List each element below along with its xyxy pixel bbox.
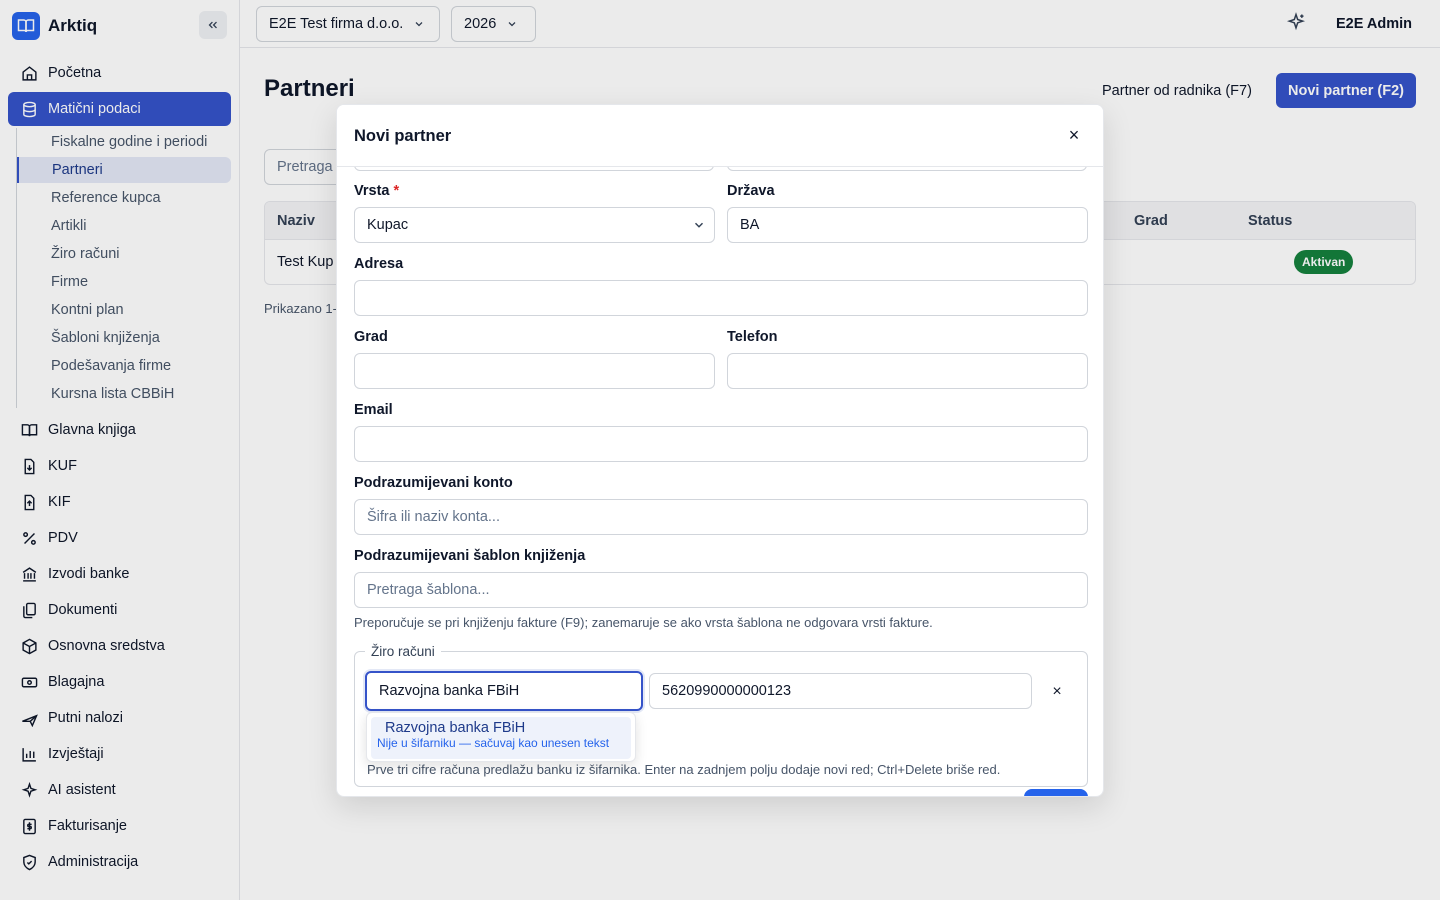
dialog-title: Novi partner <box>354 127 452 145</box>
suggestion-subtitle: Nije u šifarniku — sačuvaj kao unesen te… <box>377 736 610 750</box>
drzava-input[interactable]: BA <box>727 207 1088 243</box>
dialog-body: Vrsta * Država Kupac BA Adresa Grad Telef… <box>337 135 1103 796</box>
close-icon[interactable]: × <box>1064 125 1084 145</box>
label-telefon: Telefon <box>727 329 778 345</box>
grad-input[interactable] <box>354 353 715 389</box>
label-sablon: Podrazumijevani šablon knjiženja <box>354 548 586 564</box>
bank-name-input[interactable]: Razvojna banka FBiH <box>365 671 643 711</box>
bank-suggestion-item[interactable]: Razvojna banka FBiH Nije u šifarniku — s… <box>371 717 631 759</box>
vrsta-select-value: Kupac <box>367 217 409 233</box>
account-number-input[interactable]: 5620990000000123 <box>649 673 1032 709</box>
label-drzava: Država <box>727 183 775 199</box>
adresa-input[interactable] <box>354 280 1088 316</box>
suggestion-title: Razvojna banka FBiH <box>385 720 526 736</box>
dialog-header: Novi partner × <box>337 105 1103 167</box>
label-konto: Podrazumijevani konto <box>354 475 513 491</box>
required-mark: * <box>393 183 400 199</box>
bank-suggestions-dropdown: Razvojna banka FBiH Nije u šifarniku — s… <box>366 712 636 762</box>
vrsta-select[interactable]: Kupac <box>354 207 715 243</box>
telefon-input[interactable] <box>727 353 1088 389</box>
remove-row-icon[interactable]: × <box>1047 682 1067 702</box>
label-grad: Grad <box>354 329 388 345</box>
label-adresa: Adresa <box>354 256 404 272</box>
konto-input[interactable]: Šifra ili naziv konta... <box>354 499 1088 535</box>
label-vrsta-text: Vrsta <box>354 183 390 199</box>
chevron-down-icon <box>694 222 704 228</box>
label-vrsta: Vrsta * <box>354 183 399 199</box>
sablon-input[interactable]: Pretraga šablona... <box>354 572 1088 608</box>
label-email: Email <box>354 402 393 418</box>
ziro-racuni-legend: Žiro računi <box>365 644 441 659</box>
ziro-hint: Prve tri cifre računa predlažu banku iz … <box>367 762 1001 777</box>
sablon-hint: Preporučuje se pri knjiženju fakture (F9… <box>354 615 933 630</box>
email-input[interactable] <box>354 426 1088 462</box>
new-partner-dialog: Novi partner × Vrsta * Država Kupac BA Ad… <box>336 104 1104 797</box>
save-button[interactable] <box>1024 789 1088 796</box>
